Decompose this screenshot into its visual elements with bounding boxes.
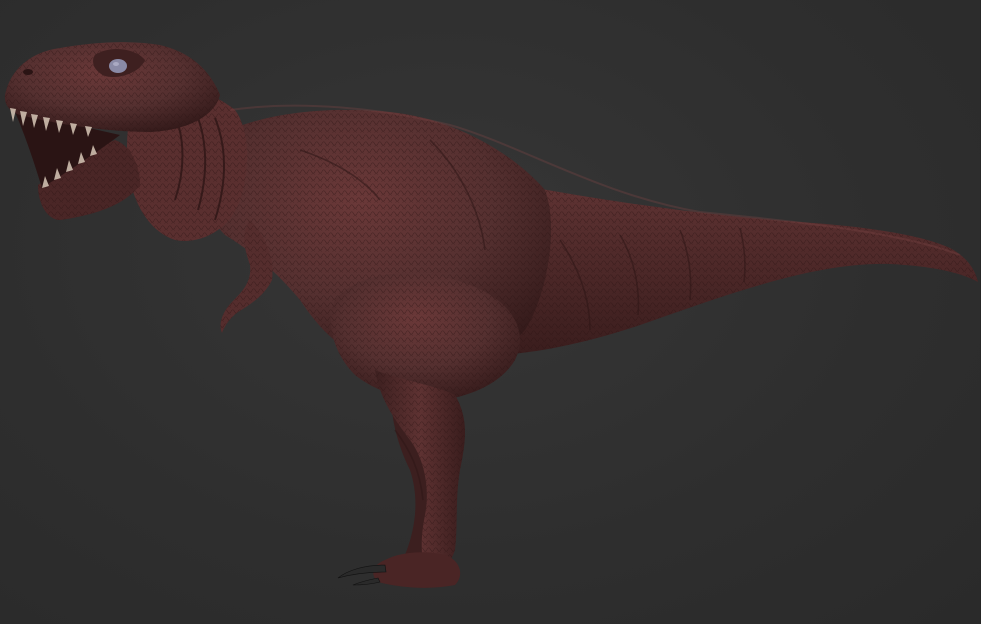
render-viewport[interactable] bbox=[0, 0, 981, 624]
nostril bbox=[23, 69, 33, 75]
tyrannosaurus-sculpt-icon bbox=[4, 42, 978, 588]
foot bbox=[373, 552, 461, 588]
eye-icon bbox=[109, 59, 127, 73]
